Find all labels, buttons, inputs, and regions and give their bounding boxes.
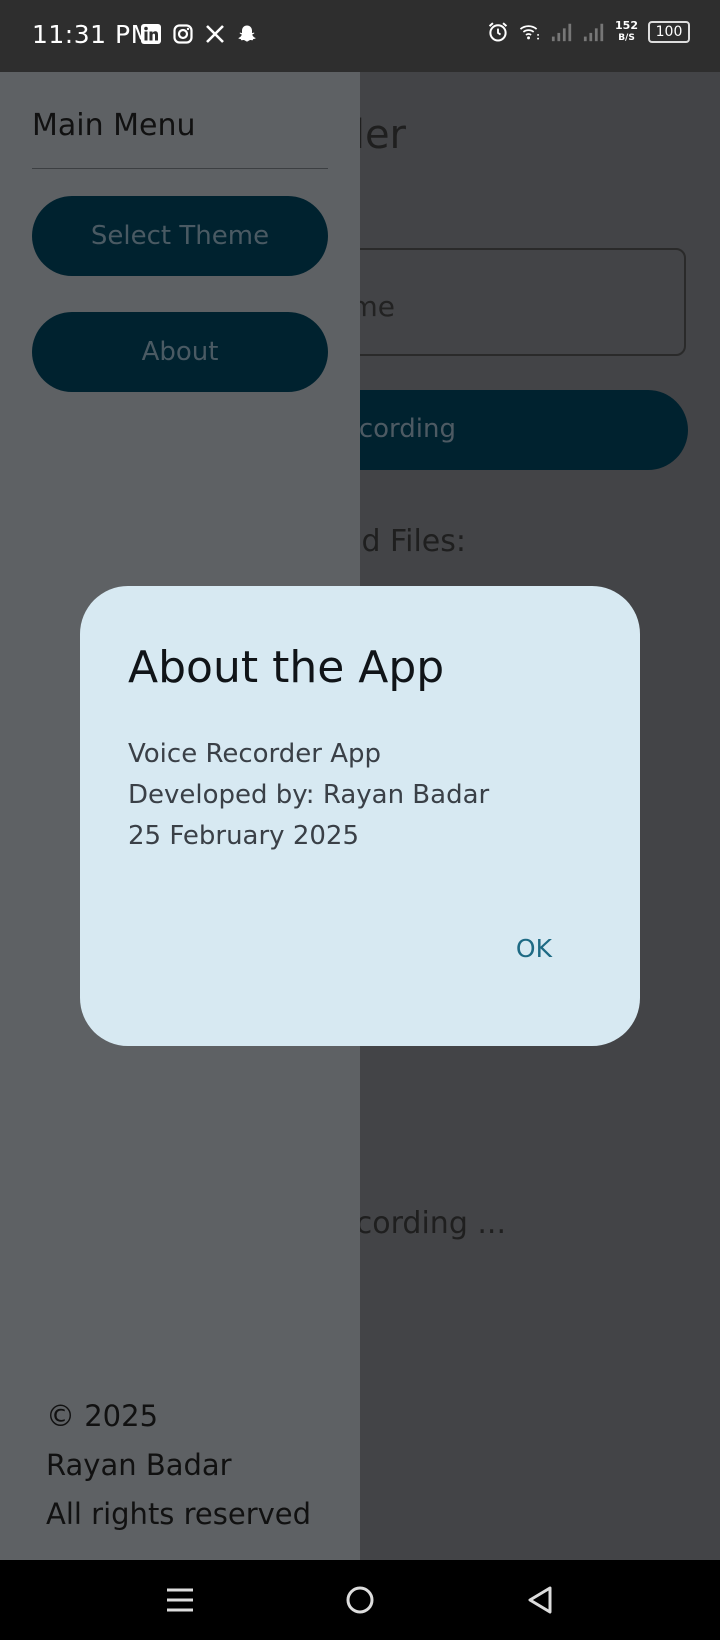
drawer-title: Main Menu [32, 108, 196, 143]
status-time: 11:31 PM [32, 20, 153, 49]
about-dialog: About the App Voice Recorder App Develop… [80, 586, 640, 1046]
drawer-footer: © 2025 Rayan Badar All rights reserved [46, 1392, 311, 1539]
copyright-text: © 2025 [46, 1399, 159, 1433]
linkedin-icon [140, 22, 162, 46]
home-icon[interactable] [340, 1582, 380, 1618]
system-nav-bar [0, 1560, 720, 1640]
dialog-title: About the App [128, 642, 445, 693]
wifi-icon [519, 20, 541, 44]
alarm-icon [487, 20, 509, 44]
ok-button[interactable]: OK [516, 934, 552, 963]
back-icon[interactable] [520, 1582, 560, 1618]
net-speed-value: 152 [615, 19, 638, 32]
author-name: Rayan Badar [46, 1448, 232, 1482]
drawer-divider [32, 168, 328, 169]
rights-text: All rights reserved [46, 1497, 312, 1531]
dialog-developer: Developed by: Rayan Badar [128, 780, 490, 810]
instagram-icon [172, 22, 194, 46]
x-icon [204, 22, 226, 46]
dialog-app-name: Voice Recorder App [128, 739, 382, 769]
net-speed-unit: B/S [618, 33, 635, 43]
status-bar: 11:31 PM 152 B/S 100 [0, 0, 720, 72]
dialog-body: Voice Recorder App Developed by: Rayan B… [128, 734, 489, 857]
about-button[interactable]: About [32, 312, 328, 392]
recents-icon[interactable] [160, 1582, 200, 1618]
net-speed: 152 B/S [615, 20, 638, 44]
signal-icon [551, 20, 573, 44]
snapchat-icon [236, 22, 258, 46]
select-theme-button[interactable]: Select Theme [32, 196, 328, 276]
signal-icon [583, 20, 605, 44]
system-status-icons: 152 B/S 100 [487, 20, 690, 44]
dialog-date: 25 February 2025 [128, 821, 359, 851]
battery-indicator: 100 [648, 21, 690, 43]
notification-icons [140, 22, 258, 46]
